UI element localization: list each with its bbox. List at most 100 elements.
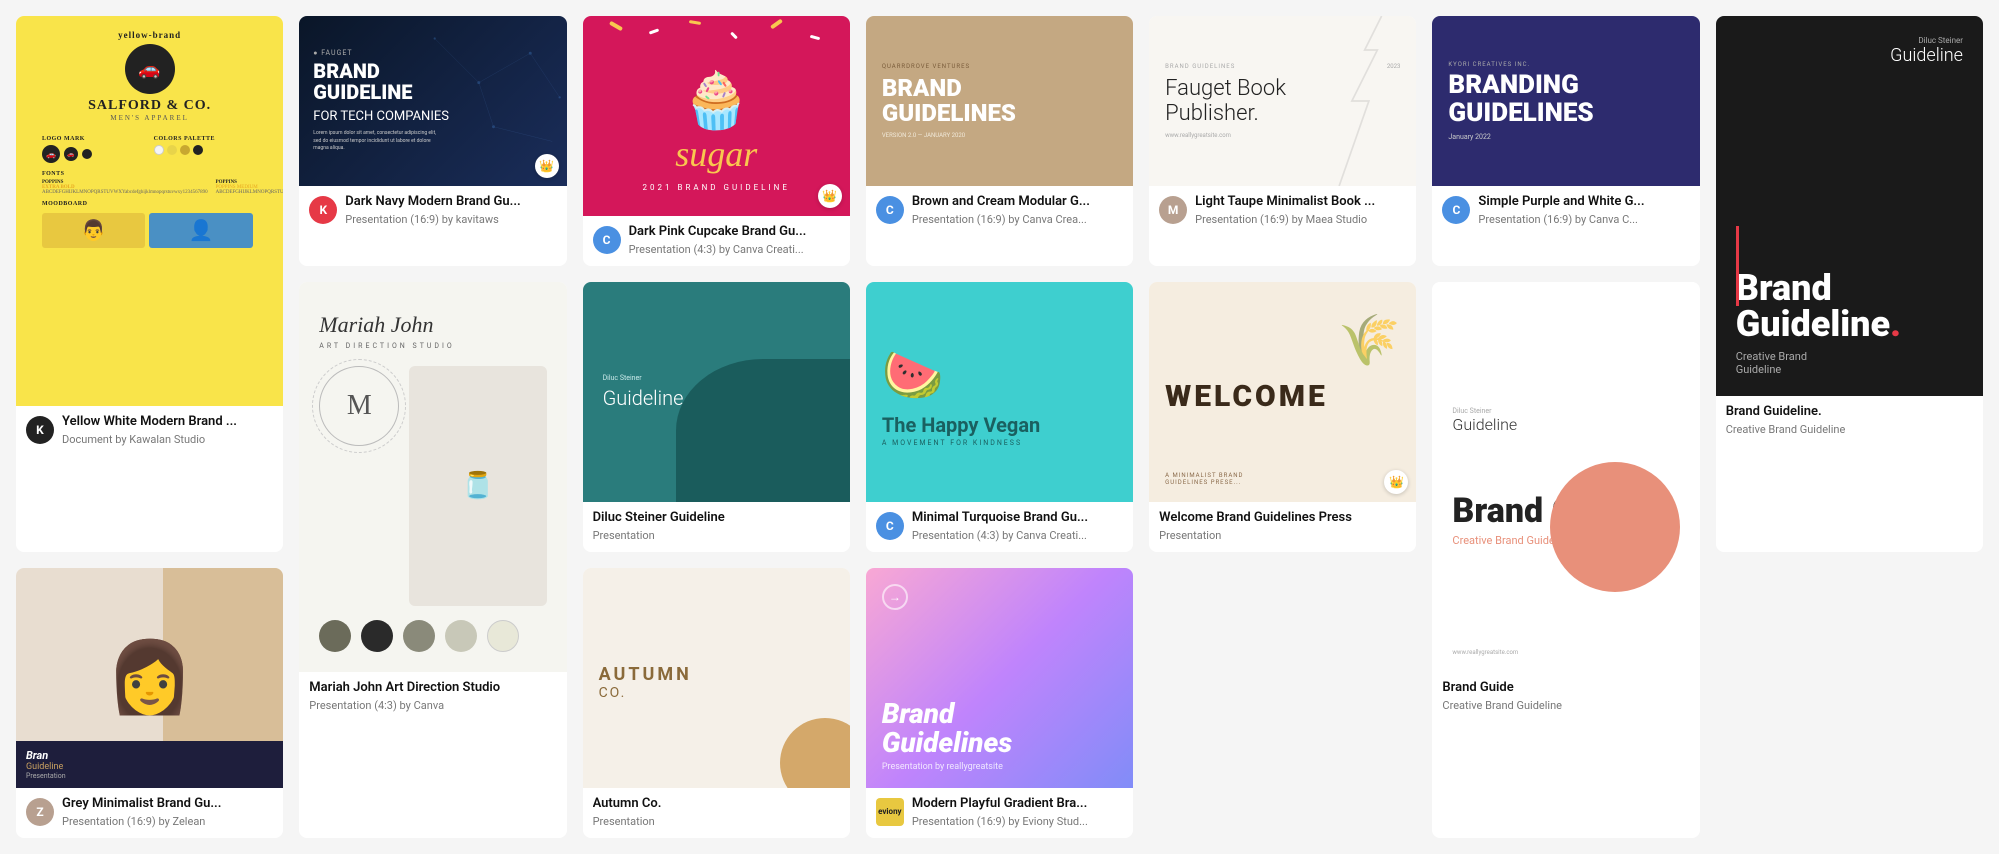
mariah-colors xyxy=(319,620,519,652)
card-sub-brand-creative: Creative Brand Guideline xyxy=(1442,699,1562,712)
fauget-book-site: www.reallygreatsite.com xyxy=(1165,132,1231,139)
cupcake-year: 2021 BRAND GUIDELINE xyxy=(643,183,790,192)
card-info-brown-cream: C Brown and Cream Modular G... Presentat… xyxy=(866,186,1133,236)
avatar-canva-purple: C xyxy=(1442,196,1470,224)
sprinkles-area xyxy=(583,16,850,66)
card-gradient-brand[interactable]: → BrandGuidelines Presentation by really… xyxy=(866,568,1133,838)
card-title-grey-minimalist: Grey Minimalist Brand Gu... xyxy=(62,796,221,813)
gradient-arrow: → xyxy=(882,584,908,610)
card-dark-navy[interactable]: ● FAUGET BRAND GUIDELINE FOR TECH COMPAN… xyxy=(299,16,566,266)
fonts-label: FONTS xyxy=(42,171,257,177)
sugar-text: sugar xyxy=(675,133,757,175)
color-white xyxy=(154,145,164,155)
reallygreatsite-credit: www.reallygreatsite.com xyxy=(1452,649,1518,656)
brown-brand-title: BRANDGUIDELINES xyxy=(882,76,1016,126)
card-title-welcome: Welcome Brand Guidelines Press xyxy=(1159,510,1352,527)
avatar-maea: M xyxy=(1159,196,1187,224)
card-grey-minimalist[interactable]: 👩 Bran Guideline Presentation Z Grey Min… xyxy=(16,568,283,838)
mariah-product-img: 🫙 xyxy=(409,366,546,606)
grey-minimalist-thumb: 👩 Bran Guideline Presentation xyxy=(16,568,283,788)
font2-sample: ABCDEFGHIJKLMNOPQRSTUVWXYabcdefghijklmno… xyxy=(216,190,284,195)
card-sub-pink-cupcake: Presentation (4:3) by Canva Creati... xyxy=(629,243,807,256)
card-mariah-john[interactable]: Mariah John ART DIRECTION STUDIO M 🫙 xyxy=(299,282,566,838)
crown-badge-cupcake: 👑 xyxy=(818,184,842,208)
purple-brand-title: BRANDINGGUIDELINES xyxy=(1448,72,1593,127)
card-fauget-book[interactable]: BRAND GUIDELINES 2023 Fauget BookPublish… xyxy=(1149,16,1416,266)
purple-date: January 2022 xyxy=(1448,133,1490,141)
card-info-mariah: Mariah John Art Direction Studio Present… xyxy=(299,672,566,722)
brown-version: VERSION 2.0 — JANUARY 2020 xyxy=(882,132,965,139)
card-yellow-white-modern[interactable]: yellow-brand 🚗 SALFORD & CO. MEN'S APPAR… xyxy=(16,16,283,552)
crack-decoration xyxy=(1296,16,1416,186)
crown-badge-welcome: 👑 xyxy=(1384,470,1408,494)
card-title-simple-purple: Simple Purple and White G... xyxy=(1478,194,1644,211)
avatar-canva-cupcake: C xyxy=(593,226,621,254)
card-sub-brand-dark: Creative Brand Guideline xyxy=(1726,423,1846,436)
avatar-kawalan: K xyxy=(26,416,54,444)
welcome-text: WELCOME xyxy=(1165,379,1328,414)
card-sub-turquoise: Presentation (4:3) by Canva Creati... xyxy=(912,529,1088,542)
card-diluc-teal[interactable]: Diluc Steiner Guideline Diluc Steiner Gu… xyxy=(583,282,850,552)
navy-body-text: Lorem ipsum dolor sit amet, consectetur … xyxy=(313,130,445,153)
card-info-brand-creative: Brand Guide Creative Brand Guideline xyxy=(1432,672,1699,722)
card-sub-dark-navy: Presentation (16:9) by kavitaws xyxy=(345,213,520,226)
card-sub-brown-cream: Presentation (16:9) by Canva Crea... xyxy=(912,213,1090,226)
card-simple-purple[interactable]: KYORI CREATIVES INC. BRANDINGGUIDELINES … xyxy=(1432,16,1699,266)
mariah-name: Mariah John xyxy=(319,312,433,338)
card-pink-cupcake[interactable]: 🧁 sugar 2021 BRAND GUIDELINE 👑 C Dark Pi… xyxy=(583,16,850,266)
brand-tagline: MEN'S APPAREL xyxy=(110,114,189,122)
card-info-autumn: Autumn Co. Presentation xyxy=(583,788,850,838)
card-info-pink-cupcake: C Dark Pink Cupcake Brand Gu... Presenta… xyxy=(583,216,850,266)
brand-name: SALFORD & CO. xyxy=(88,98,211,114)
card-info-simple-purple: C Simple Purple and White G... Presentat… xyxy=(1432,186,1699,236)
avatar-zelean: Z xyxy=(26,798,54,826)
diluc-name-dark: Diluc Steiner xyxy=(1736,36,1963,45)
card-title-autumn: Autumn Co. xyxy=(593,796,662,813)
card-info-fauget-book: M Light Taupe Minimalist Book ... Presen… xyxy=(1149,186,1416,236)
moodboard-img1: 👨 xyxy=(42,213,145,248)
card-title-brand-creative: Brand Guide xyxy=(1442,680,1562,697)
autumn-circle xyxy=(780,718,850,788)
card-info-brand-dark: Brand Guideline. Creative Brand Guidelin… xyxy=(1716,396,1983,446)
card-turquoise-vegan[interactable]: 🍉 The Happy Vegan A MOVEMENT FOR KINDNES… xyxy=(866,282,1133,552)
salmon-circle xyxy=(1550,462,1680,592)
card-autumn-co[interactable]: AUTUMN CO. Autumn Co. Presentation xyxy=(583,568,850,838)
autumn-title: AUTUMN xyxy=(599,664,692,685)
card-brand-guideline-dark[interactable]: Diluc Steiner Guideline BrandGuideline. … xyxy=(1716,16,1983,552)
color-yellow xyxy=(167,145,177,155)
card-info-turquoise: C Minimal Turquoise Brand Gu... Presenta… xyxy=(866,502,1133,552)
card-title-gradient: Modern Playful Gradient Bra... xyxy=(912,796,1088,813)
avatar-eviony: eviony xyxy=(876,798,904,826)
card-info-grey-minimalist: Z Grey Minimalist Brand Gu... Presentati… xyxy=(16,788,283,838)
colors-palette-label: COLORS PALETTE xyxy=(154,136,258,142)
avatar-canva-turquoise: C xyxy=(876,512,904,540)
card-title-fauget-book: Light Taupe Minimalist Book ... xyxy=(1195,194,1375,211)
avatar-kavitaws: K xyxy=(309,196,337,224)
card-sub-welcome: Presentation xyxy=(1159,529,1352,542)
red-divider xyxy=(1736,226,1739,306)
card-sub-simple-purple: Presentation (16:9) by Canva C... xyxy=(1478,213,1644,226)
kyori-label: KYORI CREATIVES INC. xyxy=(1448,61,1530,68)
card-sub-gradient: Presentation (16:9) by Eviony Stud... xyxy=(912,815,1088,828)
logo-circle: 🚗 xyxy=(125,44,175,94)
card-info-diluc-teal: Diluc Steiner Guideline Presentation xyxy=(583,502,850,552)
card-sub-autumn: Presentation xyxy=(593,815,662,828)
card-title-turquoise: Minimal Turquoise Brand Gu... xyxy=(912,510,1088,527)
card-info-dark-navy: K Dark Navy Modern Brand Gu... Presentat… xyxy=(299,186,566,236)
card-title-mariah: Mariah John Art Direction Studio xyxy=(309,680,500,697)
card-info-yellow: K Yellow White Modern Brand ... Document… xyxy=(16,406,283,456)
card-title-brown-cream: Brown and Cream Modular G... xyxy=(912,194,1090,211)
logo-mark-label: LOGO MARK xyxy=(42,136,146,142)
feather-decoration: 🌾 xyxy=(1338,312,1400,370)
card-brand-guide-creative[interactable]: Diluc Steiner Guideline Brand Guide Crea… xyxy=(1432,282,1699,838)
mariah-circle-logo: M xyxy=(319,366,399,446)
card-title-dark-navy: Dark Navy Modern Brand Gu... xyxy=(345,194,520,211)
card-sub-diluc-teal: Presentation xyxy=(593,529,725,542)
card-welcome-brand[interactable]: WELCOME 🌾 A MINIMALIST BRAND GUIDELINES … xyxy=(1149,282,1416,552)
mariah-studio: ART DIRECTION STUDIO xyxy=(319,342,454,350)
card-brown-cream[interactable]: QUARRDROVE VENTURES BRANDGUIDELINES VERS… xyxy=(866,16,1133,266)
guideline-label-dark: Guideline xyxy=(1736,45,1963,66)
vegan-sub: A MOVEMENT FOR KINDNESS xyxy=(882,439,1022,447)
diluc-guideline-text: Guideline xyxy=(603,386,684,410)
card-info-welcome: Welcome Brand Guidelines Press Presentat… xyxy=(1149,502,1416,552)
